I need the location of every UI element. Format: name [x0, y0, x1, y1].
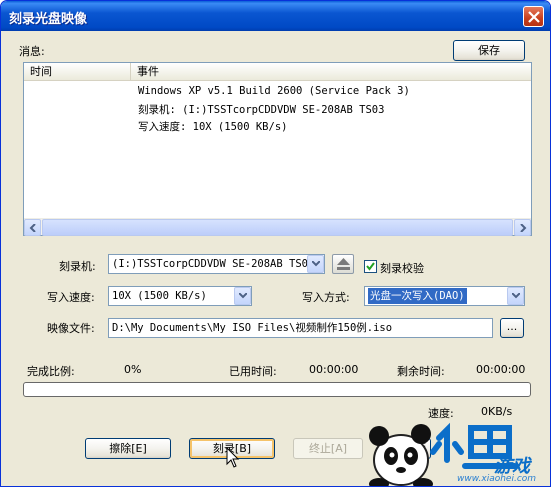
stop-button[interactable]: 终止[A] — [293, 438, 363, 459]
chevron-left-icon — [29, 224, 36, 232]
scroll-left-button[interactable] — [24, 219, 41, 236]
chevron-down-icon — [239, 293, 247, 299]
speed-select[interactable]: 10X (1500 KB/s) — [108, 286, 252, 306]
burner-select[interactable]: (I:)TSSTcorpCDDVDW SE-208AB TS03 — [108, 254, 325, 274]
title-bar[interactable]: 刻录光盘映像 — [1, 1, 550, 31]
mouse-pointer-icon — [226, 447, 240, 468]
eject-button[interactable] — [332, 254, 354, 274]
browse-button[interactable]: ... — [500, 318, 524, 338]
messages-list[interactable]: 时间 事件 Windows XP v5.1 Build 2600 (Servic… — [23, 62, 532, 236]
erase-button[interactable]: 擦除[E] — [85, 438, 171, 459]
verify-checkbox[interactable] — [364, 260, 377, 273]
write-mode-select[interactable]: 光盘一次写入(DAO) — [364, 286, 525, 306]
chevron-right-icon — [520, 224, 527, 232]
progress-bar — [23, 382, 531, 397]
horizontal-scrollbar[interactable] — [24, 218, 531, 236]
remaining-label: 剩余时间: — [397, 365, 445, 378]
watermark-logo: 游戏 www.xiaohei.com — [361, 416, 550, 486]
complete-value: 0% — [124, 363, 142, 376]
chevron-down-icon — [512, 293, 520, 299]
dropdown-button[interactable] — [307, 255, 324, 273]
column-header-time[interactable]: 时间 — [24, 63, 131, 80]
eject-icon — [337, 258, 350, 270]
list-item: 写入速度: 10X (1500 KB/s) — [138, 121, 288, 133]
dropdown-button[interactable] — [234, 287, 251, 305]
elapsed-value: 00:00:00 — [309, 363, 359, 376]
remaining-value: 00:00:00 — [476, 363, 526, 376]
image-file-label: 映像文件: — [47, 322, 95, 335]
close-button[interactable] — [523, 6, 544, 27]
complete-label: 完成比例: — [27, 365, 75, 378]
burner-value: (I:)TSSTcorpCDDVDW SE-208AB TS03 — [112, 258, 315, 270]
watermark-url: www.xiaohei.com — [457, 474, 537, 484]
window-title: 刻录光盘映像 — [9, 12, 88, 27]
speed-value: 10X (1500 KB/s) — [112, 290, 207, 302]
close-icon — [528, 11, 540, 23]
list-item: Windows XP v5.1 Build 2600 (Service Pack… — [138, 85, 410, 97]
elapsed-label: 已用时间: — [229, 365, 277, 378]
scroll-right-button[interactable] — [514, 219, 531, 236]
checkmark-icon — [366, 262, 375, 271]
scrollbar-thumb[interactable] — [42, 219, 513, 236]
burn-image-dialog: 刻录光盘映像 消息: 保存 时间 事件 Windows XP v5.1 Buil… — [0, 0, 551, 487]
chevron-down-icon — [312, 261, 320, 267]
list-item: 刻录机: (I:)TSSTcorpCDDVDW SE-208AB TS03 — [138, 104, 385, 116]
speed-label: 写入速度: — [47, 291, 95, 304]
image-file-field[interactable]: D:\My Documents\My ISO Files\视频制作150例.is… — [108, 318, 493, 338]
column-header-event[interactable]: 事件 — [131, 63, 531, 80]
burner-label: 刻录机: — [59, 260, 96, 273]
write-mode-value: 光盘一次写入(DAO) — [368, 288, 467, 304]
list-header: 时间 事件 — [24, 63, 531, 81]
dropdown-button[interactable] — [507, 287, 524, 305]
save-button[interactable]: 保存 — [453, 40, 525, 61]
messages-label: 消息: — [19, 45, 45, 58]
verify-label[interactable]: 刻录校验 — [380, 260, 424, 276]
write-mode-label: 写入方式: — [302, 291, 350, 304]
